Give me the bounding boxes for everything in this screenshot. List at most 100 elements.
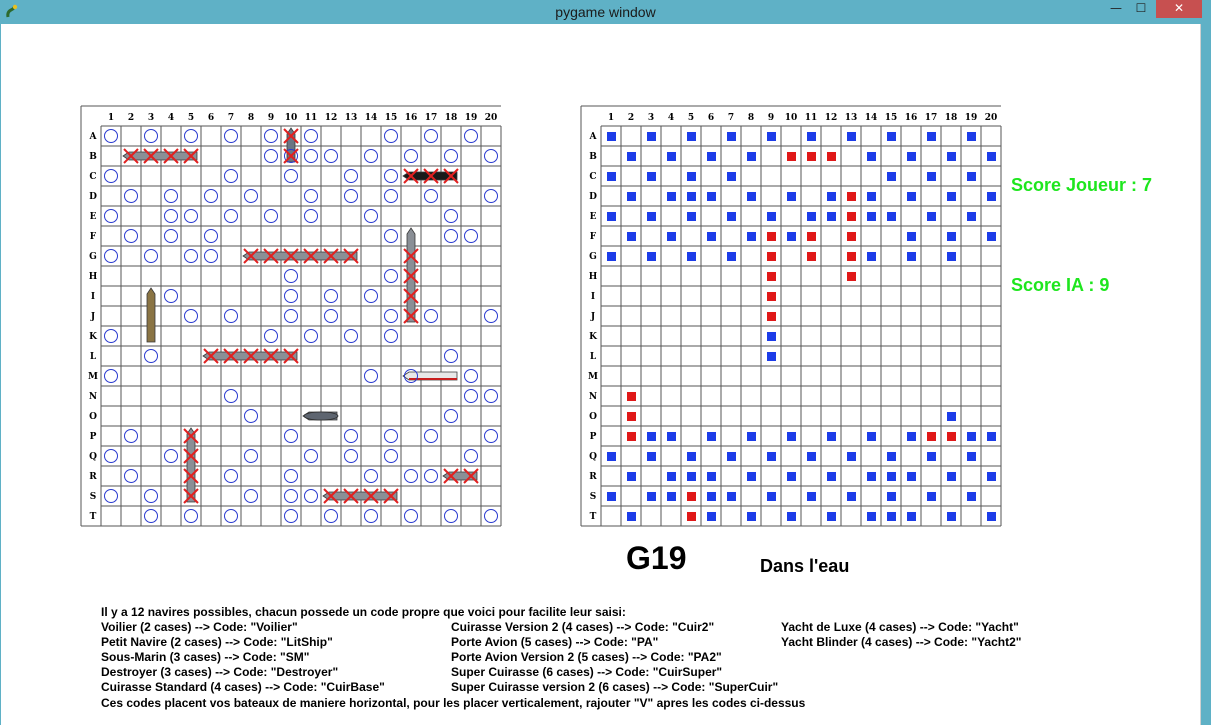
- miss-circle-marker: [484, 509, 498, 523]
- miss-circle-marker: [164, 189, 178, 203]
- miss-square-marker: [967, 492, 976, 501]
- miss-circle-marker: [184, 309, 198, 323]
- close-button[interactable]: ✕: [1156, 0, 1202, 18]
- miss-circle-marker: [304, 329, 318, 343]
- column-label: 19: [965, 113, 978, 123]
- miss-square-marker: [747, 152, 756, 161]
- hit-square-marker: [847, 252, 856, 261]
- miss-square-marker: [887, 452, 896, 461]
- miss-circle-marker: [244, 409, 258, 423]
- sailboat-icon: [146, 287, 156, 343]
- miss-square-marker: [647, 172, 656, 181]
- ship-codes-column-1: Voilier (2 cases) --> Code: "Voilier" Pe…: [101, 620, 385, 695]
- miss-square-marker: [647, 492, 656, 501]
- ia-board-grid[interactable]: 1 2 3 4 5 6 7 8 9 10 11 12 13 14 15 16 17 18 19 20ABCDEFGHI…: [580, 103, 1004, 529]
- ship-codes-footer: Ces codes placent vos bateaux de maniere…: [101, 696, 806, 710]
- miss-circle-marker: [324, 149, 338, 163]
- column-label: 14: [865, 113, 878, 123]
- miss-square-marker: [927, 172, 936, 181]
- miss-circle-marker: [384, 169, 398, 183]
- miss-circle-marker: [484, 309, 498, 323]
- miss-square-marker: [967, 452, 976, 461]
- column-label: 18: [945, 113, 958, 123]
- gray-ship-icon: [242, 251, 358, 261]
- ship-code-line: Destroyer (3 cases) --> Code: "Destroyer…: [101, 665, 339, 679]
- hit-square-marker: [687, 512, 696, 521]
- miss-circle-marker: [344, 429, 358, 443]
- row-label: A: [589, 132, 598, 142]
- miss-square-marker: [927, 132, 936, 141]
- miss-circle-marker: [244, 489, 258, 503]
- row-label: O: [89, 412, 97, 422]
- grid-lines: [580, 105, 1002, 527]
- hit-square-marker: [807, 232, 816, 241]
- miss-circle-marker: [224, 169, 238, 183]
- column-label: 2: [628, 113, 634, 123]
- ship-codes-column-2: Cuirasse Version 2 (4 cases) --> Code: "…: [451, 620, 778, 695]
- miss-square-marker: [887, 212, 896, 221]
- row-label: T: [590, 512, 597, 522]
- column-label: 10: [285, 113, 298, 123]
- player-board-grid[interactable]: 1 2 3 4 5 6 7 8 9 10 11 12 13 14 15 16 17 18 19 20ABCDEFGHI…: [80, 103, 504, 529]
- player-board: 1 2 3 4 5 6 7 8 9 10 11 12 13 14 15 16 17 18 19 20 A B C D E F G H I…: [80, 103, 504, 534]
- column-label: 11: [805, 113, 818, 123]
- miss-square-marker: [707, 472, 716, 481]
- miss-circle-marker: [264, 149, 278, 163]
- miss-square-marker: [707, 432, 716, 441]
- column-label: 3: [148, 113, 154, 123]
- row-label: P: [90, 432, 97, 442]
- miss-circle-marker: [424, 429, 438, 443]
- miss-square-marker: [827, 512, 836, 521]
- miss-circle-marker: [364, 469, 378, 483]
- column-label: 18: [445, 113, 458, 123]
- miss-square-marker: [987, 152, 996, 161]
- miss-square-marker: [807, 132, 816, 141]
- column-label: 4: [168, 113, 174, 123]
- miss-square-marker: [947, 512, 956, 521]
- miss-square-marker: [607, 252, 616, 261]
- miss-circle-marker: [384, 329, 398, 343]
- row-label: B: [589, 152, 597, 162]
- miss-square-marker: [987, 432, 996, 441]
- miss-circle-marker: [404, 149, 418, 163]
- miss-square-marker: [727, 252, 736, 261]
- miss-square-marker: [967, 432, 976, 441]
- miss-circle-marker: [364, 369, 378, 383]
- miss-circle-marker: [304, 149, 318, 163]
- submarine-icon: [302, 411, 339, 421]
- miss-square-marker: [887, 132, 896, 141]
- miss-square-marker: [947, 412, 956, 421]
- miss-circle-marker: [124, 189, 138, 203]
- row-label: J: [90, 312, 95, 322]
- column-label: 2: [128, 113, 134, 123]
- hit-square-marker: [847, 192, 856, 201]
- miss-square-marker: [767, 452, 776, 461]
- row-label: G: [589, 252, 597, 262]
- player-score: Score Joueur : 7: [1011, 175, 1153, 195]
- miss-square-marker: [787, 192, 796, 201]
- miss-square-marker: [927, 212, 936, 221]
- row-label: K: [589, 332, 598, 342]
- miss-square-marker: [627, 192, 636, 201]
- miss-square-marker: [707, 232, 716, 241]
- miss-circle-marker: [284, 269, 298, 283]
- row-label: I: [591, 292, 595, 302]
- miss-square-marker: [727, 212, 736, 221]
- miss-circle-marker: [144, 249, 158, 263]
- maximize-button[interactable]: ☐: [1128, 0, 1154, 18]
- miss-square-marker: [827, 212, 836, 221]
- row-label: N: [589, 392, 597, 402]
- column-label: 16: [905, 113, 918, 123]
- row-label: C: [89, 172, 96, 182]
- column-label: 20: [985, 113, 998, 123]
- miss-square-marker: [907, 512, 916, 521]
- column-label: 8: [748, 113, 754, 123]
- row-label: E: [90, 212, 97, 222]
- ship-code-line: Petit Navire (2 cases) --> Code: "LitShi…: [101, 635, 333, 649]
- minimize-button[interactable]: —: [1103, 0, 1129, 18]
- ship-code-line: Porte Avion (5 cases) --> Code: "PA": [451, 635, 659, 649]
- miss-circle-marker: [164, 209, 178, 223]
- miss-circle-marker: [284, 429, 298, 443]
- miss-square-marker: [647, 252, 656, 261]
- miss-circle-marker: [204, 229, 218, 243]
